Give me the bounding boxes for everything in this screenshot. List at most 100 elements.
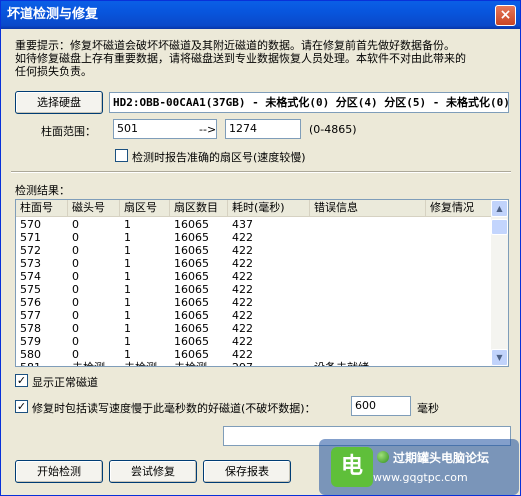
table-cell [310, 283, 426, 296]
divider [11, 171, 511, 173]
table-row[interactable]: 577 0 1 16065 422 [16, 309, 492, 322]
table-cell: 422 [232, 322, 253, 335]
range-hint: (0-4865) [309, 123, 357, 136]
table-cell: 16065 [174, 218, 209, 231]
table-header: 柱面号 磁头号 扇区号 扇区数目 耗时(毫秒) 错误信息 修复情况 [16, 200, 492, 217]
column-header[interactable]: 错误信息 [310, 200, 426, 216]
table-row[interactable]: 574 0 1 16065 422 [16, 270, 492, 283]
scroll-thumb[interactable] [491, 219, 508, 235]
table-cell: 0 [72, 244, 79, 257]
scroll-down-icon[interactable]: ▼ [491, 349, 508, 366]
warning-notice: 重要提示：修复坏磁道会破坏坏磁道及其附近磁道的数据。请在修复前首先做好数据备份。… [15, 39, 509, 78]
column-header[interactable]: 扇区号 [120, 200, 170, 216]
table-cell [426, 283, 492, 296]
table-cell: 1 [124, 335, 131, 348]
watermark-logo: 电 [331, 447, 373, 487]
table-cell: 1 [124, 257, 131, 270]
results-table[interactable]: 柱面号 磁头号 扇区号 扇区数目 耗时(毫秒) 错误信息 修复情况 570 0 1 1… [15, 199, 509, 367]
select-disk-button[interactable]: 选择硬盘 [15, 91, 103, 114]
scroll-up-icon[interactable]: ▲ [491, 200, 508, 217]
table-cell: 16065 [174, 257, 209, 270]
table-row[interactable]: 581未检测未检测未检测297设备未就绪 [16, 361, 492, 366]
table-cell: 设备未就绪 [310, 361, 426, 366]
table-cell: 0 [72, 270, 79, 283]
table-cell [426, 218, 492, 231]
show-normal-label: 显示正常磁道 [32, 376, 98, 389]
table-row[interactable]: 576 0 1 16065 422 [16, 296, 492, 309]
column-header[interactable]: 磁头号 [68, 200, 120, 216]
table-cell [310, 257, 426, 270]
precise-report-checkbox[interactable] [115, 149, 128, 162]
table-row[interactable]: 578 0 1 16065 422 [16, 322, 492, 335]
disk-info: HD2:OBB-00CAA1(37GB) - 未格式化(0) 分区(4) 分区(… [109, 92, 509, 113]
table-row[interactable]: 575 0 1 16065 422 [16, 283, 492, 296]
table-cell: 437 [232, 218, 253, 231]
table-cell: 579 [20, 335, 41, 348]
table-cell: 16065 [174, 322, 209, 335]
table-cell: 575 [20, 283, 41, 296]
table-cell: 未检测 [68, 361, 120, 366]
range-end-input[interactable]: 1274 [225, 119, 301, 139]
vertical-scrollbar[interactable]: ▲ ▼ [491, 200, 508, 366]
table-cell: 574 [20, 270, 41, 283]
table-cell: 0 [72, 231, 79, 244]
show-normal-checkbox[interactable]: ✓ [15, 374, 28, 387]
slow-threshold-input[interactable]: 600 [351, 396, 411, 416]
repair-slow-label: 修复时包括读写速度慢于此毫秒数的好磁道(不破坏数据)： [32, 402, 316, 415]
table-cell: 0 [72, 296, 79, 309]
table-cell: 1 [124, 296, 131, 309]
table-cell: 422 [232, 270, 253, 283]
table-cell: 未检测 [170, 361, 228, 366]
table-cell: 16065 [174, 335, 209, 348]
precise-report-label: 检测时报告准确的扇区号(速度较慢) [132, 151, 306, 164]
table-cell: 0 [72, 218, 79, 231]
table-cell [310, 231, 426, 244]
table-cell: 580 [20, 348, 41, 361]
column-header[interactable]: 耗时(毫秒) [228, 200, 310, 216]
table-row[interactable]: 580 0 1 16065 422 [16, 348, 492, 361]
table-cell: 1 [124, 270, 131, 283]
column-header[interactable]: 柱面号 [16, 200, 68, 216]
table-row[interactable]: 571 0 1 16065 422 [16, 231, 492, 244]
table-cell [310, 309, 426, 322]
table-row[interactable]: 572 0 1 16065 422 [16, 244, 492, 257]
save-report-button[interactable]: 保存报表 [203, 460, 291, 483]
table-cell: 16065 [174, 283, 209, 296]
table-cell: 422 [232, 335, 253, 348]
table-cell: 16065 [174, 309, 209, 322]
table-cell [426, 348, 492, 361]
table-cell: 581 [16, 361, 68, 366]
table-cell: 16065 [174, 231, 209, 244]
table-cell: 422 [232, 244, 253, 257]
start-scan-button[interactable]: 开始检测 [15, 460, 103, 483]
table-cell [310, 296, 426, 309]
table-row[interactable]: 570 0 1 16065 437 [16, 218, 492, 231]
table-cell: 0 [72, 348, 79, 361]
column-header[interactable]: 修复情况 [426, 200, 492, 216]
close-button[interactable]: × [495, 5, 516, 26]
table-cell: 0 [72, 283, 79, 296]
table-cell [310, 335, 426, 348]
notice-line: 重要提示：修复坏磁道会破坏坏磁道及其附近磁道的数据。请在修复前首先做好数据备份。 [15, 39, 455, 52]
table-row[interactable]: 579 0 1 16065 422 [16, 335, 492, 348]
table-cell: 1 [124, 348, 131, 361]
table-cell: 422 [232, 231, 253, 244]
column-header[interactable]: 扇区数目 [170, 200, 228, 216]
range-label: 柱面范围： [41, 125, 96, 138]
bad-sector-dialog: 坏道检测与修复 × 重要提示：修复坏磁道会破坏坏磁道及其附近磁道的数据。请在修复… [0, 0, 521, 496]
table-cell: 16065 [174, 348, 209, 361]
try-repair-button[interactable]: 尝试修复 [109, 460, 197, 483]
title-bar: 坏道检测与修复 × [1, 1, 520, 29]
results-label: 检测结果： [15, 184, 70, 197]
table-cell [310, 322, 426, 335]
table-cell [310, 270, 426, 283]
table-cell: 0 [72, 257, 79, 270]
table-cell: 1 [124, 244, 131, 257]
table-row[interactable]: 573 0 1 16065 422 [16, 257, 492, 270]
table-cell: 578 [20, 322, 41, 335]
table-cell: 0 [72, 322, 79, 335]
notice-line: 如待修复磁盘上存有重要数据，请将磁盘送到专业数据恢复人员处理。本软件不对由此带来… [15, 52, 466, 65]
repair-slow-checkbox[interactable]: ✓ [15, 400, 28, 413]
table-cell: 1 [124, 283, 131, 296]
table-cell [426, 296, 492, 309]
